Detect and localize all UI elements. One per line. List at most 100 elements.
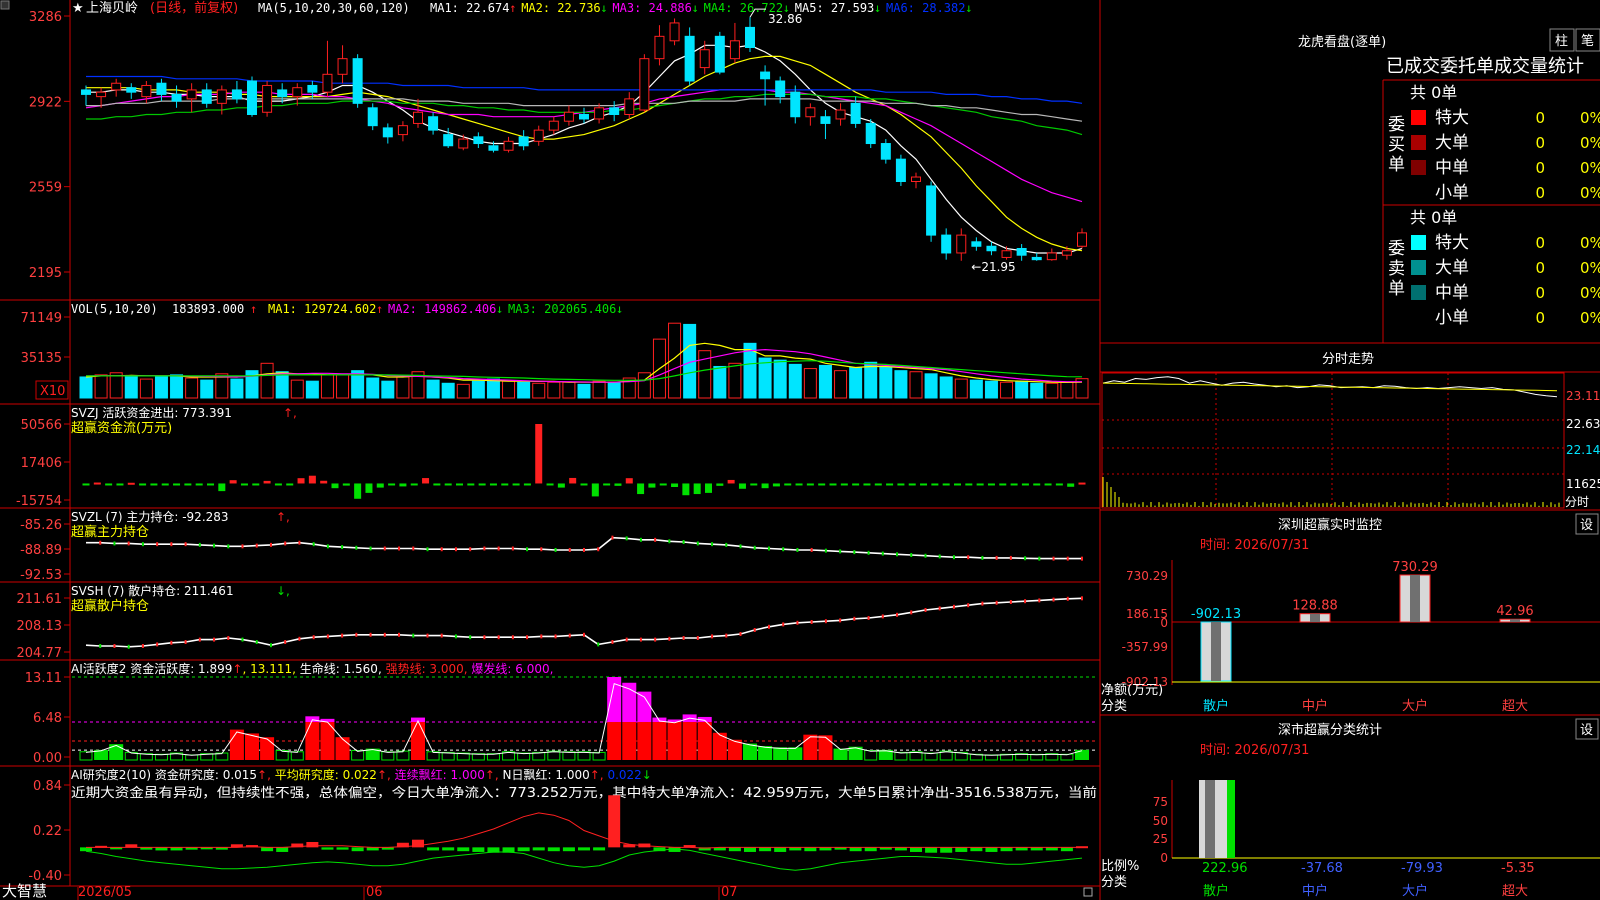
sz-classify-bar-shade — [1205, 780, 1215, 858]
ai-active-bar-strong — [667, 722, 682, 760]
flow-bar-out — [207, 483, 214, 486]
vol-bar-down — [984, 380, 998, 399]
ai-active-bar-strong — [229, 729, 244, 760]
vol-bar-down — [79, 376, 93, 399]
candle-up — [1061, 250, 1072, 256]
vol-bar-up — [562, 381, 576, 399]
ma-readout-3: MA3: 24.886 — [612, 1, 691, 15]
y-tick-label: 0.00 — [33, 751, 62, 766]
candle-up — [186, 89, 197, 100]
flow-bar-out — [931, 483, 939, 486]
sell-group-char: 卖 — [1388, 259, 1405, 279]
sell-row-count: 0 — [1535, 309, 1545, 327]
sell-row-count: 0 — [1535, 259, 1545, 277]
candle-up — [111, 82, 122, 91]
sz-monitor-category: 超大 — [1502, 699, 1528, 714]
ai-active-bar-strong — [803, 734, 818, 760]
buy-row-pct: 0% — [1580, 109, 1600, 127]
trading-terminal: ★ 上海贝岭 (日线，前复权) MA(5,10,20,30,60,120) MA… — [0, 0, 1600, 900]
research-bar-green — [532, 847, 545, 851]
vol-bar-up — [94, 374, 108, 399]
flow-bar-out — [376, 483, 384, 488]
sell-row-count: 0 — [1535, 234, 1545, 252]
intraday-unit: 分时 — [1565, 495, 1589, 509]
vol-bar-down — [773, 359, 787, 399]
flow-bar-out — [523, 483, 531, 486]
flow-bar-out — [954, 483, 961, 486]
candle-down — [1031, 256, 1042, 261]
sell-row-label: 中单 — [1435, 283, 1469, 303]
flow-bar-out — [218, 483, 226, 492]
sz-monitor-settings-label: 设 — [1580, 518, 1593, 533]
buy-group-char: 买 — [1388, 135, 1405, 155]
candle-down — [382, 127, 393, 138]
sell-row-count: 0 — [1535, 284, 1545, 302]
candle-down — [247, 80, 257, 115]
buy-row-count: 0 — [1535, 134, 1545, 152]
sz-monitor-value-label: 128.88 — [1292, 599, 1338, 614]
intraday-tick: 22.14 — [1566, 443, 1600, 457]
vol-arrow-1: ↑ — [376, 302, 383, 316]
period-label[interactable]: (日线，前复权) — [150, 0, 238, 16]
ai-active-bar — [833, 748, 848, 760]
y-tick-label: 0.22 — [33, 824, 62, 839]
sz-monitor-bar-shade — [1410, 575, 1420, 622]
ma-readout-5: MA5: 27.593 — [795, 1, 874, 15]
sz-classify-settings-label: 设 — [1580, 723, 1593, 738]
candle-down — [745, 26, 755, 48]
ai-research-title-segment-7: ↑, — [590, 768, 608, 782]
vol-bar-up — [185, 377, 199, 399]
y-tick-label: 211.61 — [17, 592, 63, 607]
research-bar-green — [442, 847, 455, 851]
vol-bar-up — [139, 378, 153, 399]
research-bar-green — [1060, 847, 1073, 852]
date-label-jun: 06 — [366, 885, 383, 900]
candle-up — [563, 111, 574, 122]
candle-down — [865, 122, 876, 145]
sz-classify-y-caption: 比例% — [1101, 859, 1139, 874]
close-icon[interactable] — [0, 0, 10, 10]
vol-bar-down — [788, 363, 802, 399]
stock-name[interactable]: 上海贝岭 — [86, 1, 138, 16]
flow-bar-out — [829, 483, 837, 486]
vol-bar-up — [290, 379, 304, 399]
buy-row-pct: 0% — [1580, 134, 1600, 152]
y-tick-label: 2195 — [29, 266, 62, 281]
research-bar-green — [804, 847, 817, 852]
candle-down — [156, 82, 167, 95]
buy-group-char: 委 — [1388, 115, 1405, 135]
star-icon[interactable]: ★ — [72, 1, 84, 16]
sell-row-pct: 0% — [1580, 234, 1600, 252]
vol-bar-down — [577, 383, 591, 399]
ai-active-title-segment-4: 强势线: 3.000, — [386, 662, 472, 676]
svzl-title: SVZL (7) 主力持仓: -92.283 — [71, 509, 229, 524]
sz-classify-category: 中户 — [1302, 883, 1328, 899]
svzj-arrow: ↑, — [283, 406, 297, 420]
candle-down — [850, 102, 861, 124]
svzj-subtitle: 超赢资金流(万元) — [71, 420, 172, 436]
candle-up — [669, 22, 680, 42]
flow-bar-out — [184, 483, 192, 486]
candle-up — [548, 120, 559, 131]
ai-active-title-segment-0: AI活跃度2 资金活跃度: 1.899 — [71, 661, 232, 676]
ai-active-bar-strong — [305, 722, 320, 760]
vol-bar-up — [803, 368, 817, 399]
candle-down — [518, 136, 529, 147]
flow-bar-out — [150, 483, 158, 486]
sz-monitor-title: 深圳超赢实时监控 — [1278, 517, 1382, 533]
ma-readout-6: MA6: 28.382 — [886, 1, 965, 15]
candle-up — [1046, 252, 1057, 261]
ai-active-bar-strong — [682, 722, 697, 760]
y-tick-label: 6.48 — [33, 711, 62, 726]
vol-bar-down — [230, 378, 244, 399]
flow-bar-out — [354, 483, 362, 499]
ai-active-bar — [758, 746, 773, 760]
candle-down — [201, 89, 212, 104]
ai-research-title: AI研究度2(10) 资金研究度: 0.015↑, 平均研究度: 0.022↑,… — [71, 767, 652, 782]
sz-monitor-y-tick: 730.29 — [1126, 569, 1168, 583]
research-bar-green — [562, 847, 575, 852]
research-bar-red — [306, 841, 319, 848]
vol-bar-up — [547, 381, 561, 399]
y-tick-label: 17406 — [21, 456, 62, 471]
candle-up — [805, 107, 816, 118]
